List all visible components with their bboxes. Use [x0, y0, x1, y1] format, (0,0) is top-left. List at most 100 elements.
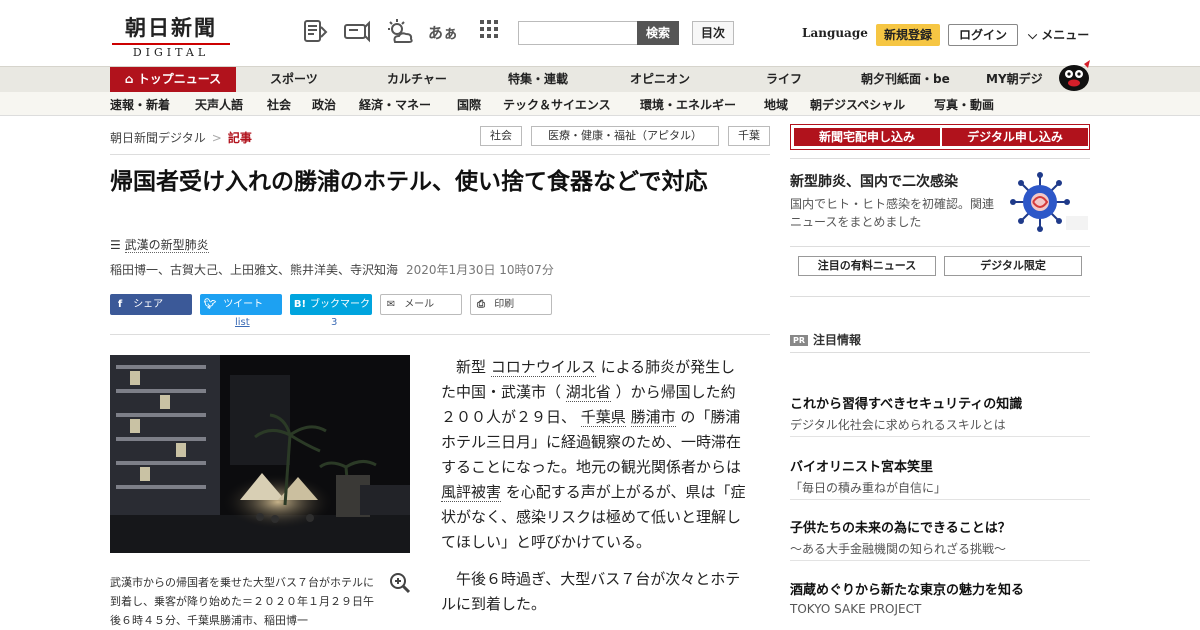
pr-item-title: 子供たちの未来の為にできることは？	[790, 521, 1011, 536]
nav-top-news-label: トップニュース	[137, 72, 222, 86]
series-label: 武漢の新型肺炎	[124, 238, 209, 253]
pr-item[interactable]: バイオリニスト宮本笑里 「毎日の積み重ねが自信に」	[790, 456, 1090, 500]
subnav-society[interactable]: 社会	[267, 96, 291, 113]
tag-chiba[interactable]: 千葉	[728, 126, 770, 146]
nav-culture[interactable]: カルチャー	[387, 67, 447, 92]
twitter-share-button[interactable]: 🐦︎ ツイート	[200, 294, 282, 315]
pr-item-subtitle: ～ある大手金融機関の知られざる挑戦～	[790, 542, 1007, 556]
divider	[790, 246, 1090, 247]
mail-share-label: メール	[404, 299, 435, 310]
tag-society[interactable]: 社会	[480, 126, 522, 146]
keyword-link[interactable]: 千葉県	[580, 408, 626, 427]
chevron-down-icon: ⌵	[1028, 28, 1038, 42]
pr-item-title: バイオリニスト宮本笑里	[790, 460, 934, 475]
apps-grid-icon[interactable]	[474, 18, 504, 48]
nav-sports[interactable]: スポーツ	[270, 67, 318, 92]
mascot-icon[interactable]	[1056, 58, 1092, 92]
subnav-politics[interactable]: 政治	[312, 96, 336, 113]
pr-item[interactable]: 子供たちの未来の為にできることは？ ～ある大手金融機関の知られざる挑戦～	[790, 517, 1090, 561]
subnav-international[interactable]: 国際	[457, 96, 481, 113]
paragraph-text: 新型	[456, 358, 491, 376]
subnav-special[interactable]: 朝デジスペシャル	[810, 96, 905, 113]
global-nav: ⌂ トップニュース スポーツ カルチャー 特集・連載 オピニオン ライフ 朝夕刊…	[0, 66, 1200, 92]
tab-digital-only[interactable]: デジタル限定	[944, 256, 1082, 276]
newspaper-icon[interactable]	[300, 18, 330, 48]
facebook-share-button[interactable]: f シェア	[110, 294, 192, 315]
logo-subtitle: DIGITAL	[112, 43, 230, 59]
facebook-icon: f	[117, 299, 123, 310]
asahi-digital-logo[interactable]: 朝日新聞 DIGITAL	[112, 12, 230, 59]
article-body: 新型 コロナウイルス による肺炎が発生した中国・武漢市（ 湖北省 ）から帰国した…	[441, 355, 749, 629]
tag-apital[interactable]: 医療・健康・福祉（アピタル）	[531, 126, 719, 146]
digital-subscribe-button[interactable]: デジタル申し込み	[942, 128, 1088, 146]
search-input[interactable]	[518, 21, 638, 45]
divider	[790, 352, 1090, 353]
article-photo[interactable]	[110, 355, 410, 553]
weather-icon[interactable]	[385, 18, 415, 48]
print-button[interactable]: ⎙ 印刷	[470, 294, 552, 315]
virus-illustration[interactable]	[1008, 166, 1090, 238]
subnav-breaking[interactable]: 速報・新着	[110, 96, 170, 113]
nav-features[interactable]: 特集・連載	[508, 67, 568, 92]
author-names: 稲田博一、古賀大己、上田雅文、熊井洋美、寺沢知海	[110, 263, 399, 277]
pr-item[interactable]: これから習得すべきセキュリティの知識 デジタル化社会に求められるスキルとは	[790, 393, 1090, 437]
mail-icon: ✉	[386, 299, 396, 310]
subnav-tech-science[interactable]: テック＆サイエンス	[503, 96, 611, 113]
nav-opinion[interactable]: オピニオン	[630, 67, 690, 92]
subnav-tenseijingo[interactable]: 天声人語	[195, 96, 243, 113]
toc-button[interactable]: 目次	[692, 21, 734, 45]
hatena-bookmark-button[interactable]: B! ブックマーク	[290, 294, 372, 315]
pr-item[interactable]: 酒蔵めぐりから新たな東京の魅力を知る TOKYO SAKE PROJECT	[790, 579, 1090, 623]
breadcrumb-current: 記事	[227, 131, 252, 145]
pr-badge: PR	[790, 335, 809, 346]
newspaper-subscribe-button[interactable]: 新聞宅配申し込み	[794, 128, 940, 146]
font-size-icon[interactable]: あぁ	[428, 18, 458, 48]
breadcrumb-home[interactable]: 朝日新聞デジタル	[110, 131, 206, 145]
nav-life[interactable]: ライフ	[766, 67, 802, 92]
subnav-photo-video[interactable]: 写真・動画	[934, 96, 994, 113]
twitter-share-label: ツイート	[223, 299, 264, 310]
keyword-link[interactable]: 湖北省	[565, 383, 611, 402]
publish-date: 2020年1月30日 10時07分	[406, 263, 554, 277]
byline: 稲田博一、古賀大己、上田雅文、熊井洋美、寺沢知海 2020年1月30日 10時07…	[110, 261, 554, 278]
pr-item-subtitle: デジタル化社会に求められるスキルとは	[790, 418, 1006, 432]
twitter-count[interactable]: list	[235, 317, 250, 328]
pr-item-title: これから習得すべきセキュリティの知識	[790, 397, 1023, 412]
pr-item-title: 酒蔵めぐりから新たな東京の魅力を知る	[790, 583, 1025, 598]
subnav-environment[interactable]: 環境・エネルギー	[640, 96, 736, 113]
hatena-icon: B!	[293, 299, 307, 310]
sub-nav: 速報・新着 天声人語 社会 政治 経済・マネー 国際 テック＆サイエンス 環境・…	[0, 92, 1200, 116]
twitter-icon: 🐦︎	[203, 299, 217, 310]
subscribe-box: 新聞宅配申し込み デジタル申し込み	[790, 124, 1090, 150]
tab-paid-news[interactable]: 注目の有料ニュース	[798, 256, 936, 276]
subnav-economy[interactable]: 経済・マネー	[359, 96, 431, 113]
home-icon: ⌂	[124, 72, 134, 86]
login-button[interactable]: ログイン	[948, 24, 1018, 46]
menu-button[interactable]: ⌵ メニュー	[1028, 26, 1089, 43]
mail-share-button[interactable]: ✉ メール	[380, 294, 462, 315]
print-icon: ⎙	[477, 299, 485, 310]
language-link[interactable]: Language	[802, 26, 868, 40]
feature-title-link[interactable]: 新型肺炎、国内で二次感染	[790, 171, 958, 191]
subnav-regional[interactable]: 地域	[764, 96, 788, 113]
article-paragraph: 午後６時過ぎ、大型バス７台が次々とホテルに到着した。	[441, 570, 741, 613]
breadcrumb: 朝日新聞デジタル > 記事	[110, 129, 252, 146]
series-link[interactable]: ☰ 武漢の新型肺炎	[110, 236, 209, 253]
hatena-bookmark-label: ブックマーク	[310, 299, 370, 310]
divider	[790, 158, 1090, 159]
menu-label: メニュー	[1041, 28, 1090, 42]
register-button[interactable]: 新規登録	[876, 24, 940, 46]
nav-top-news[interactable]: ⌂ トップニュース	[110, 67, 236, 92]
keyword-link[interactable]: 風評被害	[441, 483, 502, 502]
search-button[interactable]: 検索	[637, 21, 679, 45]
nav-newspaper[interactable]: 朝夕刊紙面・be	[861, 67, 950, 92]
zoom-in-icon[interactable]	[389, 572, 411, 594]
keyword-link[interactable]: 勝浦市	[630, 408, 676, 427]
pr-heading-label: 注目情報	[813, 333, 862, 347]
keyword-link[interactable]: コロナウイルス	[490, 358, 596, 377]
nav-my-asadigi[interactable]: MY朝デジ	[986, 67, 1043, 92]
megaphone-icon[interactable]	[341, 18, 371, 48]
pr-item-subtitle: TOKYO SAKE PROJECT	[790, 602, 922, 616]
list-icon: ☰	[110, 238, 121, 252]
hatena-count[interactable]: 3	[331, 317, 337, 328]
